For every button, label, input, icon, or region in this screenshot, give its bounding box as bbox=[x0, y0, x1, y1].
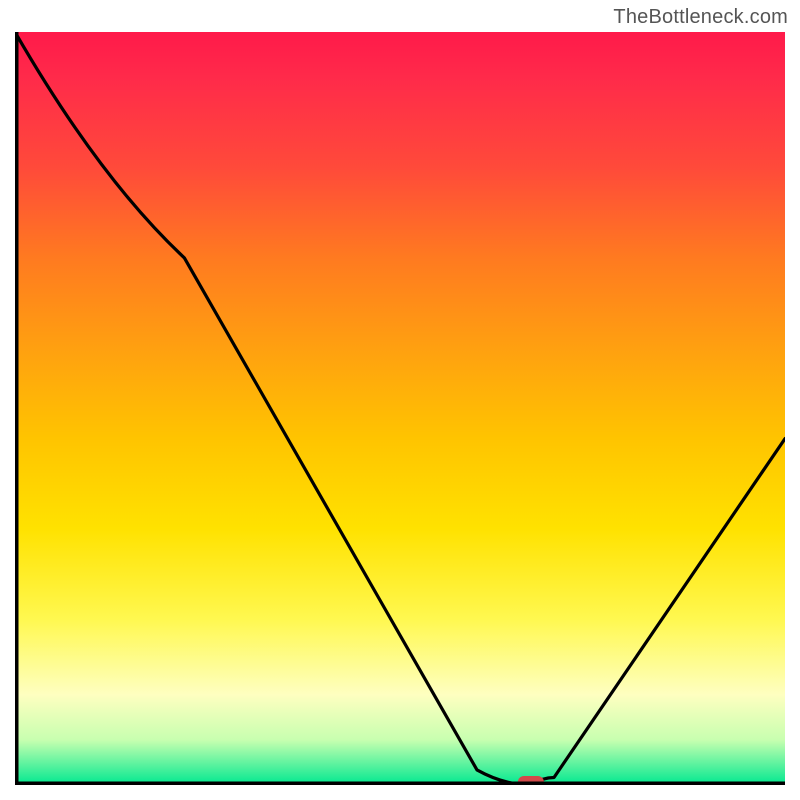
plot-area bbox=[15, 32, 785, 785]
min-marker bbox=[518, 776, 544, 785]
curve-svg bbox=[15, 32, 785, 785]
bottleneck-curve bbox=[15, 32, 785, 785]
watermark-label: TheBottleneck.com bbox=[613, 6, 788, 29]
chart-container: TheBottleneck.com bbox=[0, 0, 800, 800]
